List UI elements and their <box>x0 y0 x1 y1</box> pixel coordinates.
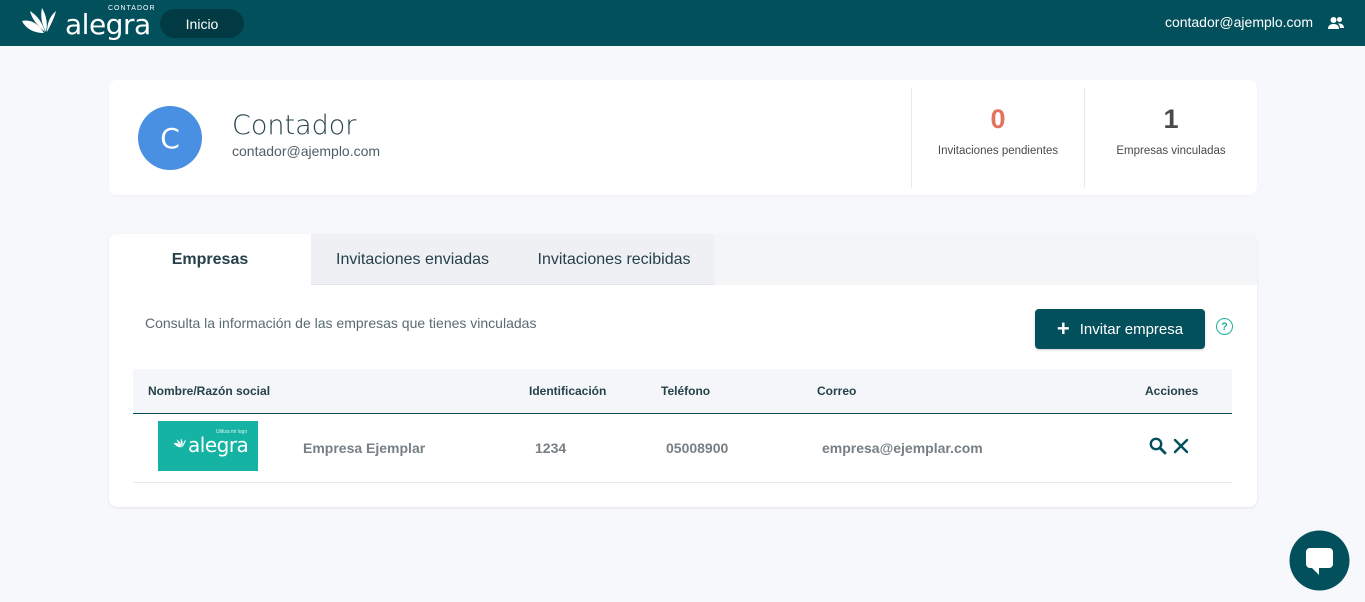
stat-invitaciones-pendientes: 0 Invitaciones pendientes <box>911 88 1084 188</box>
brand-name: alegra <box>65 8 151 41</box>
top-navbar: CONTADOR alegra Inicio contador@ajemplo.… <box>0 0 1365 46</box>
help-icon[interactable]: ? <box>1216 318 1233 335</box>
company-logo-name: alegra <box>188 433 249 457</box>
empresas-card: Empresas Invitaciones enviadas Invitacio… <box>109 234 1257 507</box>
th-identificacion: Identificación <box>529 384 607 398</box>
tab-invitaciones-recibidas[interactable]: Invitaciones recibidas <box>514 234 714 285</box>
company-leaf-icon <box>173 438 187 448</box>
empresas-description: Consulta la información de las empresas … <box>145 315 537 331</box>
cell-telefono: 05008900 <box>666 440 729 456</box>
th-telefono: Teléfono <box>661 384 711 398</box>
th-acciones: Acciones <box>1145 384 1199 398</box>
invite-empresa-label: Invitar empresa <box>1079 320 1184 338</box>
th-correo: Correo <box>817 384 857 398</box>
profile-card: C Contador contador@ajemplo.com 0 Invita… <box>109 80 1257 195</box>
company-logo: Utiliza mi logo alegra <box>158 421 258 471</box>
profile-email: contador@ajemplo.com <box>232 143 381 159</box>
alegra-leaf-icon <box>22 8 56 33</box>
plus-icon: + <box>1056 316 1070 341</box>
alegra-contador-logo[interactable]: CONTADOR alegra <box>20 5 155 41</box>
stat-empresas-vinculadas: 1 Empresas vinculadas <box>1084 88 1257 188</box>
chat-icon[interactable] <box>1289 530 1350 591</box>
table-row: Utiliza mi logo alegra Empresa Ejemplar … <box>133 414 1232 483</box>
nav-inicio-button[interactable]: Inicio <box>160 9 244 38</box>
tab-bar-filler <box>714 234 1257 285</box>
profile-name: Contador <box>232 110 357 141</box>
th-nombre: Nombre/Razón social <box>148 384 271 398</box>
cell-identificacion: 1234 <box>535 440 567 456</box>
tab-invitaciones-enviadas[interactable]: Invitaciones enviadas <box>311 234 514 285</box>
invite-empresa-button[interactable]: + Invitar empresa <box>1035 309 1205 349</box>
cell-correo: empresa@ejemplar.com <box>822 440 983 456</box>
user-email-menu[interactable]: contador@ajemplo.com <box>1165 14 1313 30</box>
users-icon[interactable] <box>1327 14 1345 32</box>
stat-label: Empresas vinculadas <box>1116 145 1226 157</box>
cell-nombre: Empresa Ejemplar <box>303 440 426 456</box>
close-icon[interactable] <box>1171 436 1191 456</box>
tab-empresas[interactable]: Empresas <box>109 234 311 286</box>
avatar: C <box>138 106 202 170</box>
stat-value: 1 <box>1163 104 1179 134</box>
stat-label: Invitaciones pendientes <box>937 145 1059 157</box>
tab-bar: Empresas Invitaciones enviadas Invitacio… <box>109 234 1257 286</box>
table-header: Nombre/Razón social Identificación Teléf… <box>133 369 1232 414</box>
search-icon[interactable] <box>1148 436 1168 456</box>
stat-value: 0 <box>990 104 1006 134</box>
